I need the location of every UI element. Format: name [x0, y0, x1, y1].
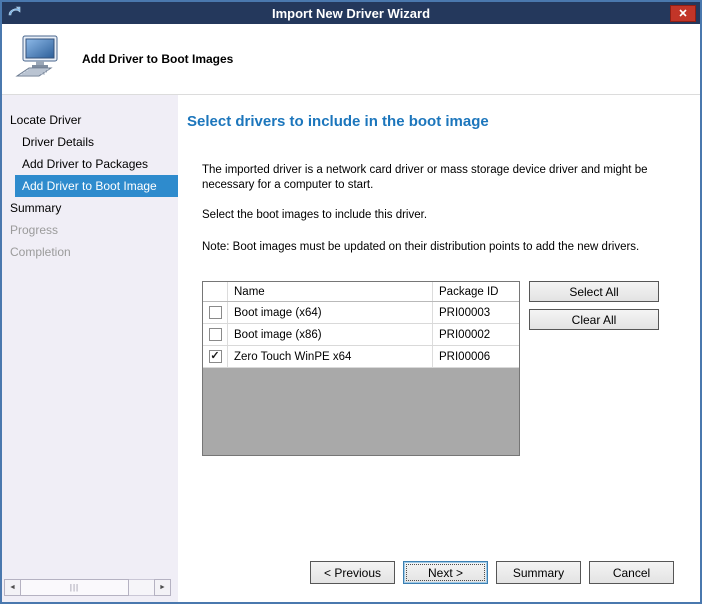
step-locate-driver[interactable]: Locate Driver — [2, 109, 178, 131]
table-empty-area — [203, 368, 519, 455]
window-title: Import New Driver Wizard — [2, 6, 700, 21]
close-button[interactable] — [670, 5, 696, 22]
page-title: Select drivers to include in the boot im… — [187, 113, 676, 130]
previous-button[interactable]: < Previous — [310, 561, 395, 584]
scrollbar-grip-icon: ||| — [70, 584, 79, 592]
scroll-right-icon[interactable]: ► — [154, 579, 171, 596]
cancel-button[interactable]: Cancel — [589, 561, 674, 584]
cell-name: Boot image (x64) — [228, 302, 433, 323]
step-add-driver-to-packages[interactable]: Add Driver to Packages — [2, 153, 178, 175]
wizard-header: Add Driver to Boot Images — [2, 24, 700, 95]
cell-package-id: PRI00003 — [433, 302, 519, 323]
table-header-row: Name Package ID — [203, 282, 519, 302]
table-row[interactable]: Boot image (x64) PRI00003 — [203, 302, 519, 324]
column-header-name[interactable]: Name — [228, 282, 433, 301]
table-row[interactable]: Zero Touch WinPE x64 PRI00006 — [203, 346, 519, 368]
cell-package-id: PRI00002 — [433, 324, 519, 345]
cell-name: Zero Touch WinPE x64 — [228, 346, 433, 367]
wizard-navigation: < Previous Next > Summary Cancel — [310, 561, 674, 584]
cell-package-id: PRI00006 — [433, 346, 519, 367]
column-header-package-id[interactable]: Package ID — [433, 282, 519, 301]
clear-all-button[interactable]: Clear All — [529, 309, 659, 330]
table-row[interactable]: Boot image (x86) PRI00002 — [203, 324, 519, 346]
checkbox-boot-image-x64[interactable] — [209, 306, 222, 319]
checkbox-zero-touch-winpe-x64[interactable] — [209, 350, 222, 363]
step-completion: Completion — [2, 241, 178, 263]
description-text: The imported driver is a network card dr… — [202, 163, 676, 193]
checkbox-boot-image-x86[interactable] — [209, 328, 222, 341]
next-button[interactable]: Next > — [403, 561, 488, 584]
scroll-left-icon[interactable]: ◄ — [4, 579, 21, 596]
instruction-text: Select the boot images to include this d… — [202, 208, 676, 223]
boot-images-table: Name Package ID Boot image (x64) PRI0000… — [202, 281, 520, 456]
titlebar: Import New Driver Wizard — [2, 2, 700, 24]
step-progress: Progress — [2, 219, 178, 241]
step-driver-details[interactable]: Driver Details — [2, 131, 178, 153]
summary-button[interactable]: Summary — [496, 561, 581, 584]
scrollbar-track[interactable] — [129, 579, 154, 596]
horizontal-scrollbar[interactable]: ◄ ||| ► — [4, 579, 171, 596]
wizard-content: Select drivers to include in the boot im… — [178, 95, 700, 602]
header-title: Add Driver to Boot Images — [82, 52, 233, 66]
column-header-checkbox — [203, 282, 228, 301]
select-all-button[interactable]: Select All — [529, 281, 659, 302]
wizard-app-icon — [6, 5, 22, 21]
computer-icon — [14, 35, 62, 84]
wizard-window: Import New Driver Wizard — [0, 0, 702, 604]
wizard-steps-sidebar: Locate Driver Driver Details Add Driver … — [2, 95, 178, 602]
cell-name: Boot image (x86) — [228, 324, 433, 345]
step-add-driver-to-boot-image[interactable]: Add Driver to Boot Image — [15, 175, 178, 197]
note-text: Note: Boot images must be updated on the… — [202, 240, 676, 255]
step-summary[interactable]: Summary — [2, 197, 178, 219]
scrollbar-thumb[interactable]: ||| — [21, 579, 129, 596]
